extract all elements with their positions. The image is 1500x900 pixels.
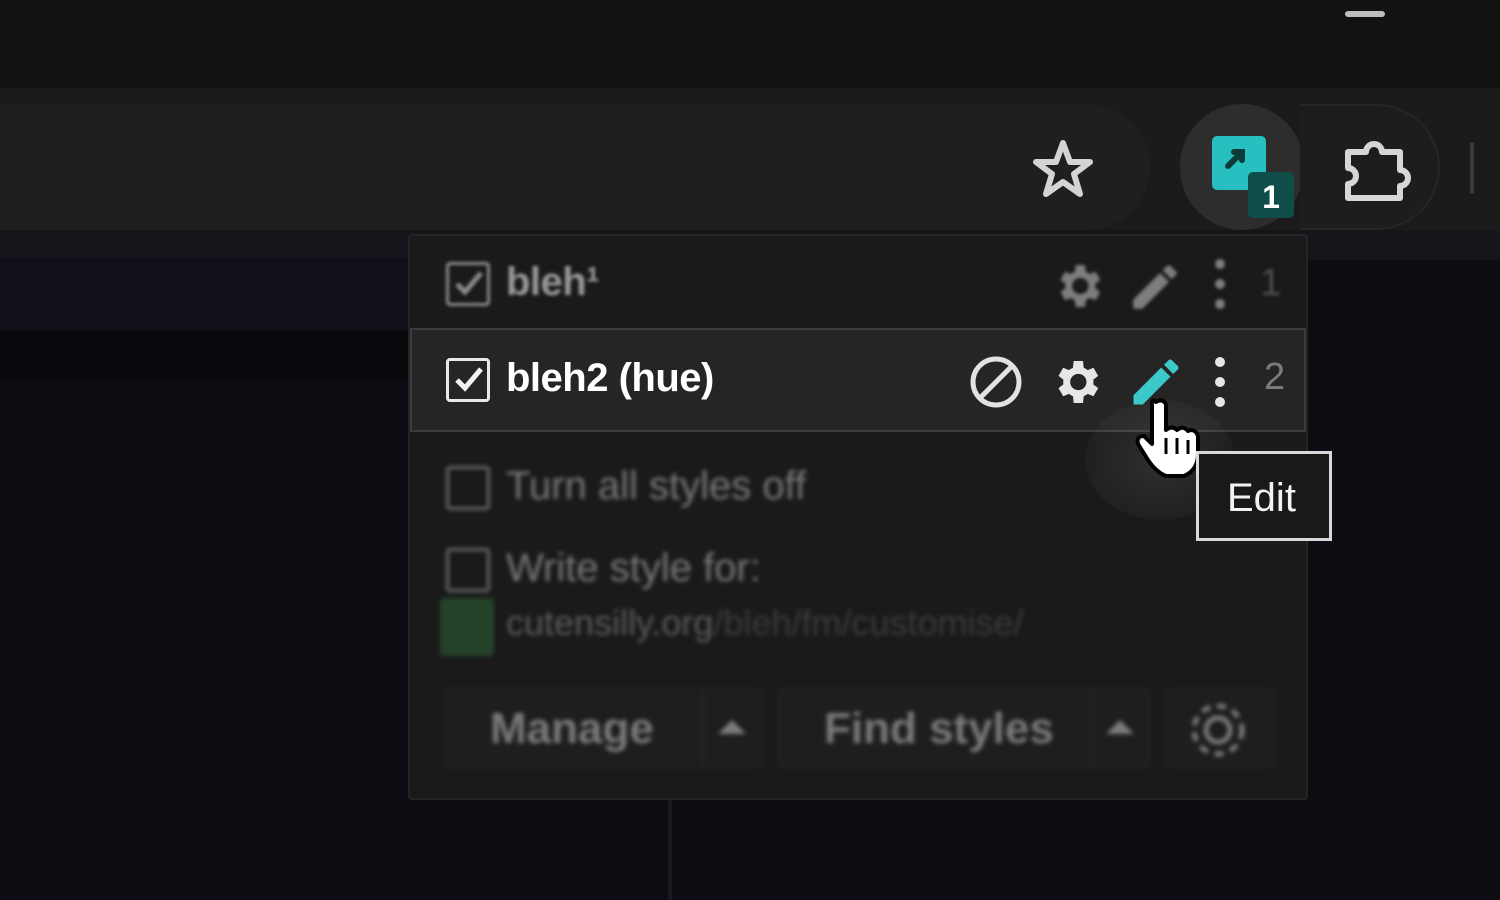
style-1-checkbox[interactable] <box>446 262 490 306</box>
caret-up-icon[interactable] <box>1106 720 1134 734</box>
screen: 1 bleh¹ 1 bleh2 (hue) 2 Turn all styles … <box>0 0 1500 900</box>
hand-pointer-cursor-icon <box>1135 398 1200 478</box>
page-panel-dark <box>0 330 420 380</box>
edit-pencil-icon[interactable] <box>1126 258 1184 316</box>
title-bar <box>0 0 1500 88</box>
checkmark-icon <box>455 367 483 392</box>
turn-all-off-label: Turn all styles off <box>506 464 807 508</box>
style-1-number: 1 <box>1260 262 1282 304</box>
write-style-checkbox[interactable] <box>446 548 490 592</box>
write-style-url[interactable]: cutensilly.org/bleh/fm/customise/ <box>506 602 1024 644</box>
style-2-number: 2 <box>1264 356 1286 398</box>
configure-gear-icon[interactable] <box>1050 258 1106 314</box>
button-divider <box>1090 690 1092 766</box>
style-1-name: bleh¹ <box>506 260 600 304</box>
checkmark-icon <box>455 271 483 296</box>
find-styles-label: Find styles <box>824 704 1054 753</box>
tooltip-text: Edit <box>1227 476 1296 520</box>
style-2-name: bleh2 (hue) <box>506 356 714 400</box>
more-menu-icon[interactable] <box>1208 352 1232 412</box>
page-divider <box>668 800 672 900</box>
bookmark-star-icon[interactable] <box>1030 137 1096 203</box>
caret-up-icon[interactable] <box>718 720 746 734</box>
turn-all-off-checkbox[interactable] <box>446 466 490 510</box>
style-row-1[interactable]: bleh¹ 1 <box>410 236 1306 332</box>
write-style-label: Write style for: <box>506 546 761 590</box>
find-styles-button[interactable]: Find styles <box>778 688 1150 768</box>
stylus-extension-icon: 1 <box>1212 136 1294 218</box>
extensions-puzzle-icon[interactable] <box>1340 134 1412 206</box>
manage-label: Manage <box>490 704 654 753</box>
site-favicon <box>440 598 494 656</box>
options-button[interactable] <box>1166 688 1274 768</box>
settings-gear-icon <box>1191 703 1245 757</box>
edit-tooltip: Edit <box>1196 451 1332 541</box>
button-divider <box>702 690 704 766</box>
extension-badge-count: 1 <box>1262 179 1280 215</box>
more-menu-icon[interactable] <box>1208 254 1232 314</box>
minimize-button[interactable] <box>1340 0 1390 30</box>
disable-style-icon[interactable] <box>968 354 1024 410</box>
url-path[interactable]: /bleh/fm/customise/ <box>713 602 1023 643</box>
toolbar-separator <box>1470 142 1474 194</box>
url-domain[interactable]: cutensilly.org <box>506 602 713 643</box>
style-2-checkbox[interactable] <box>446 358 490 402</box>
manage-button[interactable]: Manage <box>444 688 762 768</box>
address-bar[interactable] <box>0 104 1150 230</box>
configure-gear-icon[interactable] <box>1048 354 1104 410</box>
